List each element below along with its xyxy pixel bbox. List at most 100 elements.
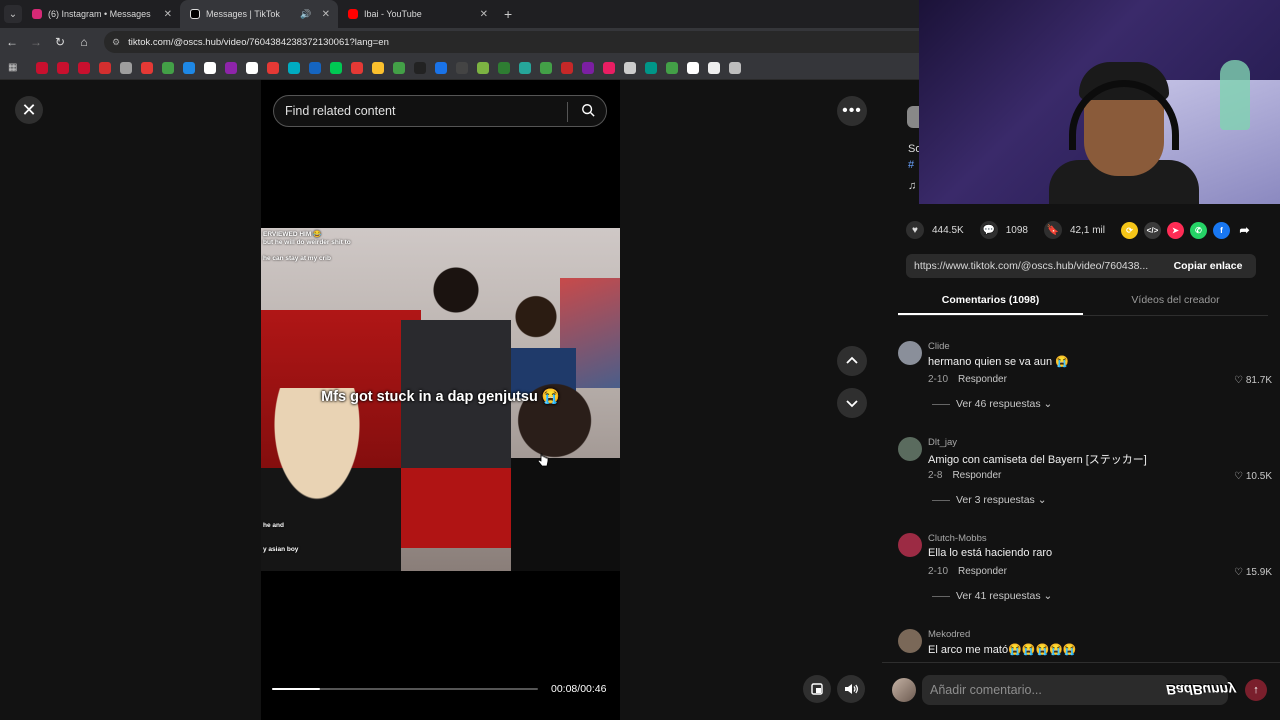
tab-creator-videos[interactable]: Vídeos del creador: [1083, 286, 1268, 315]
view-replies-button[interactable]: Ver 46 respuestas ⌄: [932, 398, 1052, 410]
view-replies-button[interactable]: Ver 41 respuestas ⌄: [932, 590, 1052, 602]
speaker-icon[interactable]: 🔊: [300, 9, 311, 20]
creator-avatar[interactable]: [907, 106, 919, 128]
music-icon[interactable]: ♫: [908, 180, 916, 192]
forward-icon[interactable]: →: [24, 35, 48, 49]
reply-button[interactable]: Responder: [958, 374, 1007, 385]
tab-instagram[interactable]: (6) Instagram • Messages ✕: [22, 0, 180, 28]
view-replies-button[interactable]: Ver 3 respuestas ⌄: [932, 494, 1047, 506]
save-button[interactable]: 🔖 42,1 mil: [1043, 221, 1105, 239]
previous-video-button[interactable]: [837, 346, 867, 376]
avatar[interactable]: [898, 437, 922, 461]
share-link[interactable]: https://www.tiktok.com/@oscs.hub/video/7…: [906, 260, 1160, 272]
bookmark-icon[interactable]: [162, 61, 174, 74]
bookmark-icon[interactable]: [519, 61, 531, 74]
bookmark-icon[interactable]: [99, 61, 111, 74]
comment-user[interactable]: Clide: [928, 341, 950, 352]
bookmark-icon[interactable]: [645, 61, 657, 74]
close-tab-icon[interactable]: ✕: [480, 9, 488, 20]
volume-button[interactable]: [837, 675, 865, 703]
avatar[interactable]: [898, 341, 922, 365]
like-button[interactable]: ♥ 444.5K: [906, 221, 964, 239]
avatar[interactable]: [898, 629, 922, 653]
bookmark-icon[interactable]: [477, 61, 489, 74]
facebook-icon[interactable]: f: [1212, 221, 1230, 239]
video-player[interactable]: Find related content Mfs got stuck in a …: [261, 80, 620, 720]
share-arrow-icon[interactable]: ➦: [1236, 222, 1253, 239]
comment-user[interactable]: Mekodred: [928, 629, 970, 640]
bookmark-icon[interactable]: [498, 61, 510, 74]
hashtag-text[interactable]: #: [908, 159, 914, 171]
bookmark-icon[interactable]: [141, 61, 153, 74]
back-icon[interactable]: ←: [0, 35, 24, 49]
home-icon[interactable]: ⌂: [72, 35, 96, 49]
person-left: [261, 388, 401, 571]
site-info-icon[interactable]: ⚙: [112, 37, 120, 48]
more-options-icon[interactable]: •••: [837, 96, 867, 126]
action-bar: ♥ 444.5K 💬 1098 🔖 42,1 mil ⟳ </> ➤ ✆ f ➦: [906, 220, 1266, 240]
tab-tiktok[interactable]: Messages | TikTok 🔊 ✕: [180, 0, 338, 28]
speaker-icon: [844, 684, 858, 694]
reply-button[interactable]: Responder: [952, 470, 1001, 481]
close-tab-icon[interactable]: ✕: [164, 9, 172, 20]
bookmark-icon[interactable]: [36, 61, 48, 74]
bookmark-icon[interactable]: [351, 61, 363, 74]
bookmark-icon[interactable]: [246, 61, 258, 74]
bookmark-icon[interactable]: [729, 61, 741, 74]
bookmark-icon[interactable]: [666, 61, 678, 74]
apps-grid-icon[interactable]: ▦: [8, 62, 20, 74]
comment-likes[interactable]: ♡ 10.5K: [1234, 471, 1272, 482]
next-video-button[interactable]: [837, 388, 867, 418]
playback-time: 00:08/00:46: [551, 683, 607, 695]
avatar[interactable]: [898, 533, 922, 557]
bookmark-icon[interactable]: [183, 61, 195, 74]
tab-youtube[interactable]: Ibai - YouTube ✕: [338, 0, 496, 28]
bookmark-icon[interactable]: [288, 61, 300, 74]
bookmark-icon[interactable]: [57, 61, 69, 74]
tab-search-button[interactable]: ⌄: [4, 5, 22, 23]
close-tab-icon[interactable]: ✕: [322, 9, 330, 20]
bookmark-icon[interactable]: [414, 61, 426, 74]
bookmark-icon[interactable]: [309, 61, 321, 74]
bookmark-icon[interactable]: [561, 61, 573, 74]
repost-icon[interactable]: ⟳: [1120, 221, 1138, 239]
copy-link-button[interactable]: Copiar enlace: [1160, 260, 1256, 272]
bookmark-icon[interactable]: [267, 61, 279, 74]
whatsapp-icon[interactable]: ✆: [1189, 221, 1207, 239]
bookmark-icon[interactable]: [435, 61, 447, 74]
progress-bar[interactable]: [272, 688, 538, 690]
search-input[interactable]: Find related content: [273, 95, 607, 127]
bookmark-icon[interactable]: [393, 61, 405, 74]
bookmark-icon[interactable]: [540, 61, 552, 74]
bookmark-icon[interactable]: [708, 61, 720, 74]
tab-comments[interactable]: Comentarios (1098): [898, 286, 1083, 315]
comment-user[interactable]: Clutch-Mobbs: [928, 533, 987, 544]
comment-likes[interactable]: ♡ 15.9K: [1234, 567, 1272, 578]
view-replies-label: Ver 41 respuestas: [956, 590, 1041, 602]
bookmark-icon[interactable]: [372, 61, 384, 74]
comment-button[interactable]: 💬 1098: [979, 221, 1028, 239]
bookmark-icon[interactable]: [687, 61, 699, 74]
bookmark-icon[interactable]: [624, 61, 636, 74]
reply-button[interactable]: Responder: [958, 566, 1007, 577]
bookmark-icon[interactable]: [456, 61, 468, 74]
bookmark-icon[interactable]: [120, 61, 132, 74]
comment-user[interactable]: Dlt_jay: [928, 437, 957, 448]
bookmark-icon[interactable]: [330, 61, 342, 74]
bookmark-icon[interactable]: [582, 61, 594, 74]
search-placeholder: Find related content: [285, 104, 396, 118]
embed-icon[interactable]: </>: [1143, 221, 1161, 239]
bookmark-icon[interactable]: [78, 61, 90, 74]
comment-likes[interactable]: ♡ 81.7K: [1234, 375, 1272, 386]
bookmark-icon[interactable]: [225, 61, 237, 74]
picture-in-picture-button[interactable]: [803, 675, 831, 703]
reload-icon[interactable]: ↻: [48, 35, 72, 49]
bookmark-icon[interactable]: [603, 61, 615, 74]
send-icon[interactable]: ➤: [1166, 221, 1184, 239]
bookmark-icon[interactable]: [204, 61, 216, 74]
close-icon[interactable]: ✕: [15, 96, 43, 124]
new-tab-icon[interactable]: +: [504, 6, 512, 22]
search-icon[interactable]: [581, 103, 595, 117]
send-comment-icon[interactable]: ↑: [1245, 679, 1267, 701]
watermark-text: BadBunny: [1166, 682, 1236, 698]
